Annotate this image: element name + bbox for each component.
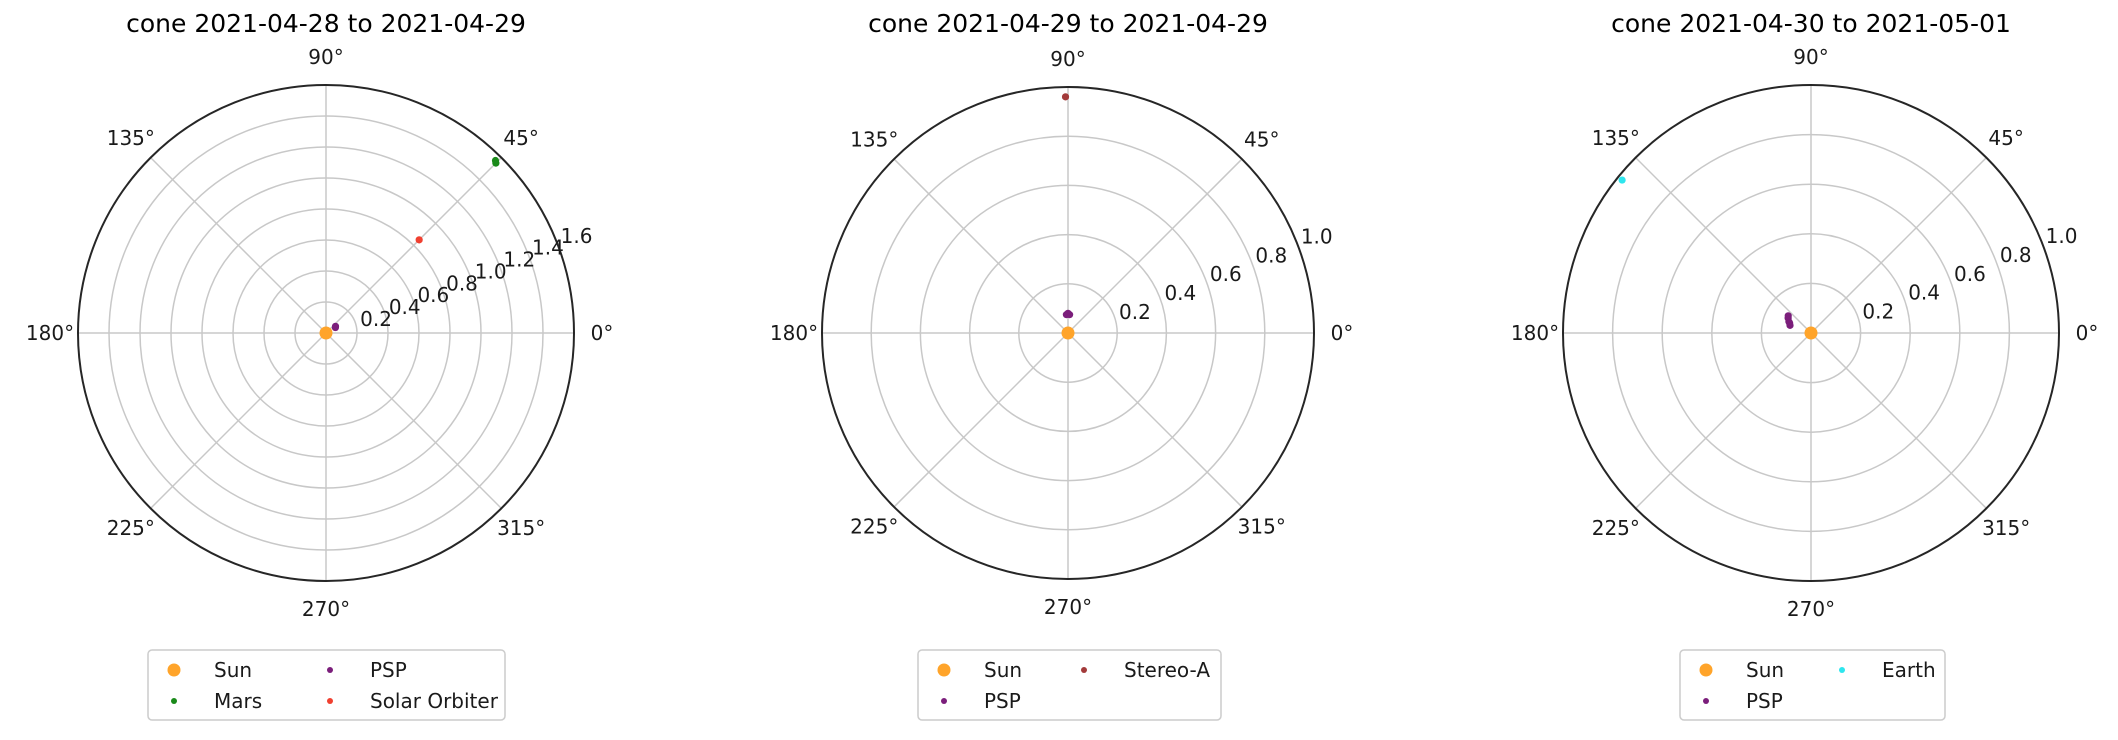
r-tick-label: 1.4: [532, 236, 564, 260]
stereo-a-legend-label: Stereo-A: [1124, 658, 1210, 682]
chart-title: cone 2021-04-30 to 2021-05-01: [1611, 9, 2011, 38]
theta-tick-label: 180°: [1511, 321, 1559, 345]
theta-tick-label: 180°: [26, 321, 74, 345]
theta-tick-label: 135°: [107, 126, 155, 150]
r-tick-label: 0.6: [1954, 262, 1986, 286]
sun-legend-marker: [937, 663, 951, 677]
r-tick-label: 0.8: [2000, 243, 2032, 267]
legend: Sun Earth PSP: [1679, 649, 1946, 721]
r-tick-label: 1.2: [503, 248, 535, 272]
theta-tick-label: 270°: [1787, 597, 1835, 621]
r-tick-label: 1.0: [1301, 225, 1333, 249]
sun-point: [319, 326, 333, 340]
theta-tick-label: 270°: [1044, 595, 1092, 619]
angular-gridline: [150, 332, 327, 509]
angular-gridline: [1810, 157, 1987, 334]
mars-legend-label: Mars: [214, 689, 262, 713]
psp-point: [331, 322, 340, 330]
theta-tick-label: 135°: [850, 127, 898, 151]
psp-legend-marker: [327, 667, 333, 673]
r-tick-label: 0.2: [1119, 300, 1151, 324]
angular-gridline: [1067, 158, 1243, 334]
angular-gridline: [1635, 157, 1812, 334]
psp-point: [1784, 312, 1792, 320]
theta-tick-label: 225°: [850, 515, 898, 539]
polar-chart-2: cone 2021-04-29 to 2021-04-29 0° 45° 90° 135…: [770, 9, 1354, 721]
r-tick-label: 1.0: [2046, 224, 2078, 248]
theta-tick-label: 270°: [302, 597, 350, 621]
r-tick-label: 0.4: [389, 295, 421, 319]
r-tick-label: 0.2: [1862, 300, 1894, 324]
stereo-a-point: [1061, 93, 1070, 101]
theta-tick-label: 45°: [503, 126, 538, 150]
sun-legend-marker: [1699, 663, 1713, 677]
solar-orbiter-legend-marker: [327, 698, 333, 704]
r-tick-label: 1.6: [561, 224, 593, 248]
psp-point: [1062, 311, 1070, 319]
polar-chart-3: cone 2021-04-30 to 2021-05-01 0° 45° 90° 135…: [1511, 9, 2099, 721]
psp-point: [1786, 319, 1794, 327]
theta-tick-label: 315°: [497, 516, 545, 540]
r-tick-label: 0.6: [1210, 262, 1242, 286]
angular-gridline: [1810, 332, 1987, 509]
r-tick-label: 0.4: [1164, 281, 1196, 305]
angular-gridline: [1067, 332, 1243, 508]
theta-tick-label: 0°: [591, 321, 614, 345]
legend: Sun PSP Mars Solar Orbiter: [147, 649, 506, 721]
theta-tick-label: 315°: [1982, 516, 2030, 540]
theta-tick-label: 315°: [1238, 515, 1286, 539]
theta-tick-label: 0°: [2076, 321, 2099, 345]
angular-gridline: [893, 332, 1069, 508]
psp-legend-marker: [941, 698, 947, 704]
psp-legend-label: PSP: [1746, 689, 1783, 713]
angular-gridline: [1635, 332, 1812, 509]
theta-tick-label: 0°: [1331, 321, 1354, 345]
sun-legend-label: Sun: [984, 658, 1022, 682]
angular-gridline: [325, 332, 502, 509]
theta-tick-label: 225°: [107, 516, 155, 540]
r-tick-label: 0.8: [446, 271, 478, 295]
earth-legend-label: Earth: [1882, 658, 1936, 682]
chart-title: cone 2021-04-29 to 2021-04-29: [868, 9, 1268, 38]
sun-legend-label: Sun: [214, 658, 252, 682]
legend: Sun Stereo-A PSP: [917, 649, 1222, 721]
theta-tick-label: 90°: [1793, 45, 1828, 69]
mars-legend-marker: [171, 698, 177, 704]
solar-orbiter-point: [415, 236, 423, 244]
chart-title: cone 2021-04-28 to 2021-04-29: [126, 9, 526, 38]
theta-tick-label: 225°: [1592, 516, 1640, 540]
mars-point: [491, 156, 500, 165]
theta-tick-label: 45°: [1244, 127, 1279, 151]
sun-legend-label: Sun: [1746, 658, 1784, 682]
theta-tick-label: 90°: [308, 45, 343, 69]
psp-legend-label: PSP: [984, 689, 1021, 713]
sun-point: [1061, 326, 1075, 340]
earth-legend-marker: [1839, 667, 1845, 673]
theta-tick-label: 90°: [1050, 47, 1085, 71]
r-tick-label: 0.2: [360, 307, 392, 331]
theta-tick-label: 180°: [770, 321, 818, 345]
r-tick-label: 1.0: [475, 259, 507, 283]
angular-gridline: [893, 158, 1069, 334]
r-tick-label: 0.8: [1255, 243, 1287, 267]
psp-legend-label: PSP: [370, 658, 407, 682]
psp-legend-marker: [1703, 698, 1709, 704]
polar-chart-1: cone 2021-04-28 to 2021-04-29 0° 45° 90° 135…: [26, 9, 614, 721]
r-tick-label: 0.6: [417, 283, 449, 307]
theta-tick-label: 135°: [1592, 126, 1640, 150]
sun-legend-marker: [167, 663, 181, 677]
r-tick-label: 0.4: [1908, 281, 1940, 305]
polar-charts-figure: cone 2021-04-28 to 2021-04-29 0° 45° 90° 135…: [26, 9, 2099, 721]
angular-gridline: [150, 157, 327, 334]
solar-orbiter-legend-label: Solar Orbiter: [370, 689, 499, 713]
earth-point: [1618, 176, 1626, 184]
sun-point: [1804, 326, 1818, 340]
theta-tick-label: 45°: [1988, 126, 2023, 150]
stereo-a-legend-marker: [1081, 667, 1087, 673]
